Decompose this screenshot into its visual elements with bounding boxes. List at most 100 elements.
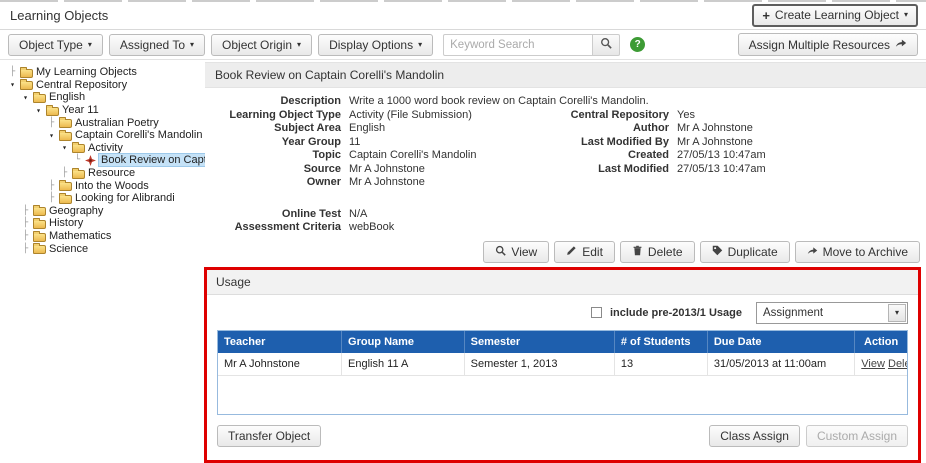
transfer-object-button[interactable]: Transfer Object bbox=[217, 425, 321, 447]
usage-table: TeacherGroup NameSemester# of StudentsDu… bbox=[217, 330, 908, 415]
search-button[interactable] bbox=[593, 34, 620, 56]
row-view-link[interactable]: View bbox=[861, 358, 885, 370]
duplicate-label: Duplicate bbox=[728, 245, 778, 259]
class-assign-button[interactable]: Class Assign bbox=[709, 425, 800, 447]
keyword-search-input[interactable] bbox=[443, 34, 593, 56]
create-learning-object-button[interactable]: + Create Learning Object ▾ bbox=[752, 4, 918, 27]
annotation-rectangle: Usage include pre-2013/1 Usage Assignmen… bbox=[204, 267, 921, 463]
usage-panel: Usage include pre-2013/1 Usage Assignmen… bbox=[207, 270, 918, 460]
cell-semester: Semester 1, 2013 bbox=[465, 353, 615, 376]
create-learning-object-label: Create Learning Object bbox=[775, 8, 899, 22]
tree-item-label: Year 11 bbox=[62, 104, 99, 116]
tree-item-into-the-woods[interactable]: ├Into the Woods bbox=[6, 179, 205, 192]
content-area: ├My Learning Objects▾Central Repository▾… bbox=[0, 60, 926, 459]
tag-icon bbox=[712, 245, 723, 259]
tree-connector-icon: ├ bbox=[21, 231, 30, 241]
assign-multiple-resources-button[interactable]: Assign Multiple Resources bbox=[738, 33, 918, 56]
tree-item-label: My Learning Objects bbox=[36, 66, 137, 78]
column-header-action: Action bbox=[855, 331, 907, 353]
folder-icon bbox=[20, 81, 33, 90]
tree-connector-icon: ├ bbox=[47, 181, 56, 191]
detail-label-empty bbox=[549, 176, 669, 190]
magnifier-icon bbox=[600, 37, 612, 52]
tree-item-history[interactable]: ├ History bbox=[6, 217, 205, 230]
tree-item-my-learning-objects[interactable]: ├My Learning Objects bbox=[6, 66, 205, 79]
caret-down-icon: ▾ bbox=[297, 41, 301, 49]
folder-icon bbox=[46, 107, 59, 116]
cell-due-date: 31/05/2013 at 11:00am bbox=[708, 353, 855, 376]
tree-item-central-repository[interactable]: ▾Central Repository bbox=[6, 79, 205, 92]
move-to-archive-button[interactable]: Move to Archive bbox=[795, 241, 920, 263]
tree-item-activity[interactable]: ▾ Activity bbox=[6, 142, 205, 155]
help-icon[interactable]: ? bbox=[630, 37, 645, 52]
detail-label-created: Created bbox=[549, 149, 669, 163]
caret-down-icon: ▾ bbox=[904, 11, 908, 19]
filter-button-assigned-to[interactable]: Assigned To▾ bbox=[109, 34, 205, 56]
detail-label-description: Description bbox=[205, 95, 341, 109]
detail-label-last-modified-by: Last Modified By bbox=[549, 136, 669, 150]
tree-item-label: Activity bbox=[88, 142, 123, 154]
duplicate-button[interactable]: Duplicate bbox=[700, 241, 790, 263]
expand-arrow-icon: ▾ bbox=[60, 143, 69, 152]
tree-item-label: Science bbox=[49, 243, 88, 255]
table-row: Mr A JohnstoneEnglish 11 ASemester 1, 20… bbox=[218, 353, 907, 376]
filter-button-display-options[interactable]: Display Options▾ bbox=[318, 34, 433, 56]
column-header-teacher: Teacher bbox=[218, 331, 342, 353]
row-delete-link[interactable]: Delete bbox=[888, 358, 907, 370]
edit-button[interactable]: Edit bbox=[554, 241, 615, 263]
tree-connector-icon: ├ bbox=[21, 218, 30, 228]
detail-grid-extra: Online TestN/AAssessment CriteriawebBook bbox=[205, 201, 926, 235]
tree-item-label: Central Repository bbox=[36, 79, 127, 91]
usage-type-select[interactable]: Assignment ▾ bbox=[756, 302, 908, 324]
tree-item-label: Geography bbox=[49, 205, 103, 217]
tree-item-label: History bbox=[49, 217, 83, 229]
trash-icon bbox=[632, 245, 643, 259]
tree-item-science[interactable]: ├Science bbox=[6, 242, 205, 255]
tree-item-captain-corelli-s-mandolin[interactable]: ▾Captain Corelli's Mandolin bbox=[6, 129, 205, 142]
tree-item-geography[interactable]: ├Geography bbox=[6, 205, 205, 218]
tree-item-year-11[interactable]: ▾ Year 11 bbox=[6, 104, 205, 117]
include-pre-usage-checkbox[interactable] bbox=[591, 307, 602, 318]
caret-down-icon: ▾ bbox=[418, 41, 422, 49]
keyword-search bbox=[443, 34, 620, 56]
view-label: View bbox=[511, 245, 537, 259]
folder-icon bbox=[72, 144, 85, 153]
custom-assign-button[interactable]: Custom Assign bbox=[806, 425, 908, 447]
detail-actions: View EditDelete Duplicate Move to Archive bbox=[205, 235, 926, 265]
detail-value-year-group: 11 bbox=[349, 136, 541, 150]
detail-value-topic: Captain Corelli's Mandolin bbox=[349, 149, 541, 163]
view-button[interactable]: View bbox=[483, 241, 549, 263]
usage-panel-title: Usage bbox=[207, 270, 918, 295]
assign-multiple-resources-label: Assign Multiple Resources bbox=[749, 38, 890, 52]
detail-value-subject-area: English bbox=[349, 122, 541, 136]
filter-button-object-origin[interactable]: Object Origin▾ bbox=[211, 34, 312, 56]
folder-icon bbox=[33, 245, 46, 254]
select-caret-box: ▾ bbox=[888, 304, 906, 322]
detail-label-last-modified: Last Modified bbox=[549, 163, 669, 177]
detail-label-central-repository: Central Repository bbox=[549, 109, 669, 123]
detail-label-author: Author bbox=[549, 122, 669, 136]
tree-item-resource[interactable]: ├Resource bbox=[6, 167, 205, 180]
tree-item-australian-poetry[interactable]: ├Australian Poetry bbox=[6, 116, 205, 129]
folder-icon bbox=[20, 69, 33, 78]
usage-table-body: Mr A JohnstoneEnglish 11 ASemester 1, 20… bbox=[218, 353, 907, 376]
tree-item-english[interactable]: ▾English bbox=[6, 91, 205, 104]
caret-down-icon: ▾ bbox=[895, 309, 899, 317]
caret-down-icon: ▾ bbox=[190, 41, 194, 49]
tree-item-mathematics[interactable]: ├Mathematics bbox=[6, 230, 205, 243]
learning-object-icon bbox=[85, 155, 96, 166]
tree-item-book-review-on-captain-corelli-s-mandolin[interactable]: └Book Review on Captain Corelli's Mandol… bbox=[6, 154, 205, 167]
page-header: Learning Objects + Create Learning Objec… bbox=[0, 2, 926, 30]
usage-controls: include pre-2013/1 Usage Assignment ▾ bbox=[207, 295, 918, 330]
filter-button-object-type[interactable]: Object Type▾ bbox=[8, 34, 103, 56]
column-header-due-date: Due Date bbox=[708, 331, 855, 353]
expand-arrow-icon: ▾ bbox=[34, 106, 43, 115]
delete-button[interactable]: Delete bbox=[620, 241, 695, 263]
tree-item-looking-for-alibrandi[interactable]: ├Looking for Alibrandi bbox=[6, 192, 205, 205]
folder-icon bbox=[33, 233, 46, 242]
detail-value-learning-object-type: Activity (File Submission) bbox=[349, 109, 541, 123]
detail-label-owner: Owner bbox=[205, 176, 341, 190]
cell-action: View Delete bbox=[855, 353, 907, 376]
folder-icon bbox=[59, 195, 72, 204]
tree-item-label: Resource bbox=[88, 167, 135, 179]
